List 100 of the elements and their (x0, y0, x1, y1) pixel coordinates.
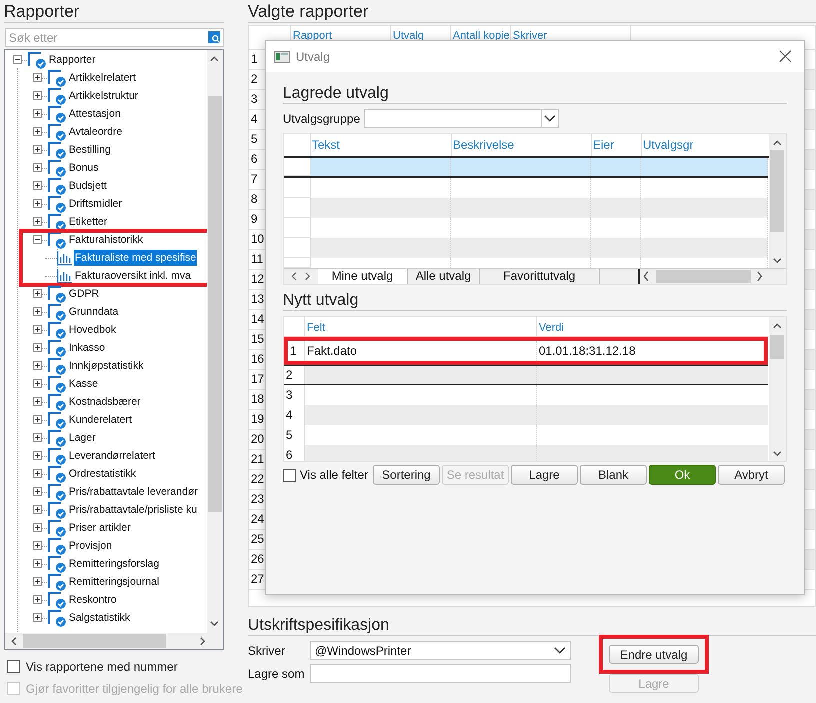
scroll-down-icon[interactable] (773, 451, 782, 457)
tree-item[interactable]: Artikkelstruktur (68, 88, 140, 104)
column-header[interactable]: Tekst (312, 136, 340, 154)
expand-icon[interactable] (33, 595, 42, 604)
column-header[interactable]: Felt (307, 322, 326, 334)
column-header[interactable]: Rapport (293, 30, 332, 42)
button[interactable]: Avbryt (718, 465, 785, 485)
expand-icon[interactable] (33, 487, 42, 496)
printer-dropdown[interactable]: @WindowsPrinter (310, 641, 571, 660)
tree-item[interactable]: Bonus (68, 160, 100, 176)
tree-item[interactable]: Etiketter (68, 214, 109, 230)
scroll-thumb[interactable] (208, 96, 222, 512)
scroll-down-icon[interactable] (773, 258, 782, 264)
tree-item[interactable]: Fakturaliste med spesifise (74, 250, 198, 266)
table-row[interactable]: 4 (284, 405, 768, 425)
expand-icon[interactable] (33, 343, 42, 352)
table-row[interactable]: 2 (284, 365, 768, 385)
expand-icon[interactable] (33, 469, 42, 478)
expand-icon[interactable] (33, 325, 42, 334)
scrollbar[interactable] (5, 633, 223, 649)
collapse-icon[interactable] (13, 55, 22, 64)
button[interactable]: Sortering (373, 465, 440, 485)
search-icon[interactable] (208, 31, 221, 44)
table-row[interactable]: 6 (284, 445, 768, 461)
tree-item[interactable]: Driftsmidler (68, 196, 124, 212)
expand-icon[interactable] (33, 289, 42, 298)
tree-item[interactable]: GDPR (68, 286, 100, 302)
tree-item[interactable]: Innkjøpstatistikk (68, 358, 145, 374)
expand-icon[interactable] (33, 199, 42, 208)
tree-item[interactable]: Pris/rabattavtale/prisliste ku (68, 502, 198, 518)
scroll-thumb[interactable] (23, 634, 166, 648)
scroll-up-icon[interactable] (210, 56, 219, 62)
expand-icon[interactable] (33, 397, 42, 406)
expand-icon[interactable] (33, 73, 42, 82)
table-row[interactable] (284, 158, 768, 178)
tree-item[interactable]: Hovedbok (68, 322, 118, 338)
expand-icon[interactable] (33, 361, 42, 370)
scroll-up-icon[interactable] (773, 140, 782, 146)
expand-icon[interactable] (33, 613, 42, 622)
tree-item[interactable]: Priser artikler (68, 520, 132, 536)
button[interactable]: Lagre (511, 465, 578, 485)
tree-item[interactable]: Leverandørrelatert (68, 448, 156, 464)
search-field[interactable]: Søk etter (5, 28, 224, 47)
column-header[interactable]: Beskrivelse (453, 136, 514, 154)
scroll-thumb[interactable] (770, 335, 784, 359)
tree-item[interactable]: Salgstatistikk (68, 610, 132, 626)
tree-item[interactable]: Remitteringsjournal (68, 574, 160, 590)
expand-icon[interactable] (33, 217, 42, 226)
checkbox[interactable] (283, 468, 296, 482)
tree-item[interactable]: Reskontro (68, 592, 118, 608)
column-header[interactable]: Verdi (539, 322, 564, 334)
expand-icon[interactable] (33, 541, 42, 550)
button[interactable]: Blank (580, 465, 647, 485)
tree-item[interactable]: Attestasjon (68, 106, 122, 122)
expand-icon[interactable] (33, 163, 42, 172)
expand-icon[interactable] (33, 307, 42, 316)
column-header[interactable]: Utvalg (393, 30, 424, 42)
checkbox[interactable] (7, 660, 20, 673)
expand-icon[interactable] (33, 451, 42, 460)
tree-item[interactable]: Grunndata (68, 304, 120, 320)
tree-item[interactable]: Artikkelrelatert (68, 70, 138, 86)
tree-item[interactable]: Fakturaoversikt inkl. mva (74, 268, 192, 284)
tree-item[interactable]: Ordrestatistikk (68, 466, 138, 482)
tree-item[interactable]: Fakturahistorikk (68, 232, 144, 248)
tree-item[interactable]: Inkasso (68, 340, 106, 356)
expand-icon[interactable] (33, 127, 42, 136)
ok-button[interactable]: Ok (649, 465, 716, 485)
expand-icon[interactable] (33, 433, 42, 442)
tree-item[interactable]: Kunderelatert (68, 412, 134, 428)
scroll-left-icon[interactable] (11, 637, 17, 646)
tree-item[interactable]: Remitteringsforslag (68, 556, 160, 572)
tab[interactable]: Mine utvalg (318, 269, 408, 284)
column-header[interactable]: Antall kopie (453, 30, 510, 42)
tree-item[interactable]: Avtaleordre (68, 124, 124, 140)
scrollbar[interactable] (769, 134, 786, 268)
collapse-icon[interactable] (33, 235, 42, 244)
column-header[interactable]: Eier (593, 136, 614, 154)
expand-icon[interactable] (33, 523, 42, 532)
save-as-field[interactable] (310, 664, 571, 683)
expand-icon[interactable] (33, 415, 42, 424)
scroll-up-icon[interactable] (773, 323, 782, 329)
chevron-down-icon[interactable] (554, 646, 566, 654)
tree-item[interactable]: Provisjon (68, 538, 114, 554)
tree-item[interactable]: Pris/rabattavtale leverandør (68, 484, 199, 500)
scroll-thumb[interactable] (770, 150, 784, 232)
tree-item[interactable]: Lager (68, 430, 97, 446)
scroll-down-icon[interactable] (210, 621, 219, 627)
expand-icon[interactable] (33, 505, 42, 514)
expand-icon[interactable] (33, 577, 42, 586)
expand-icon[interactable] (33, 559, 42, 568)
expand-icon[interactable] (33, 145, 42, 154)
column-header[interactable]: Utvalgsgr (643, 136, 694, 154)
tree-item[interactable]: Budsjett (68, 178, 108, 194)
expand-icon[interactable] (33, 109, 42, 118)
expand-icon[interactable] (33, 91, 42, 100)
button[interactable]: Endre utvalg (609, 645, 699, 664)
column-header[interactable]: Skriver (513, 30, 548, 42)
scroll-right-icon[interactable] (200, 637, 206, 646)
tree-item[interactable]: Kasse (68, 376, 100, 392)
tree-item[interactable]: Bestilling (68, 142, 112, 158)
